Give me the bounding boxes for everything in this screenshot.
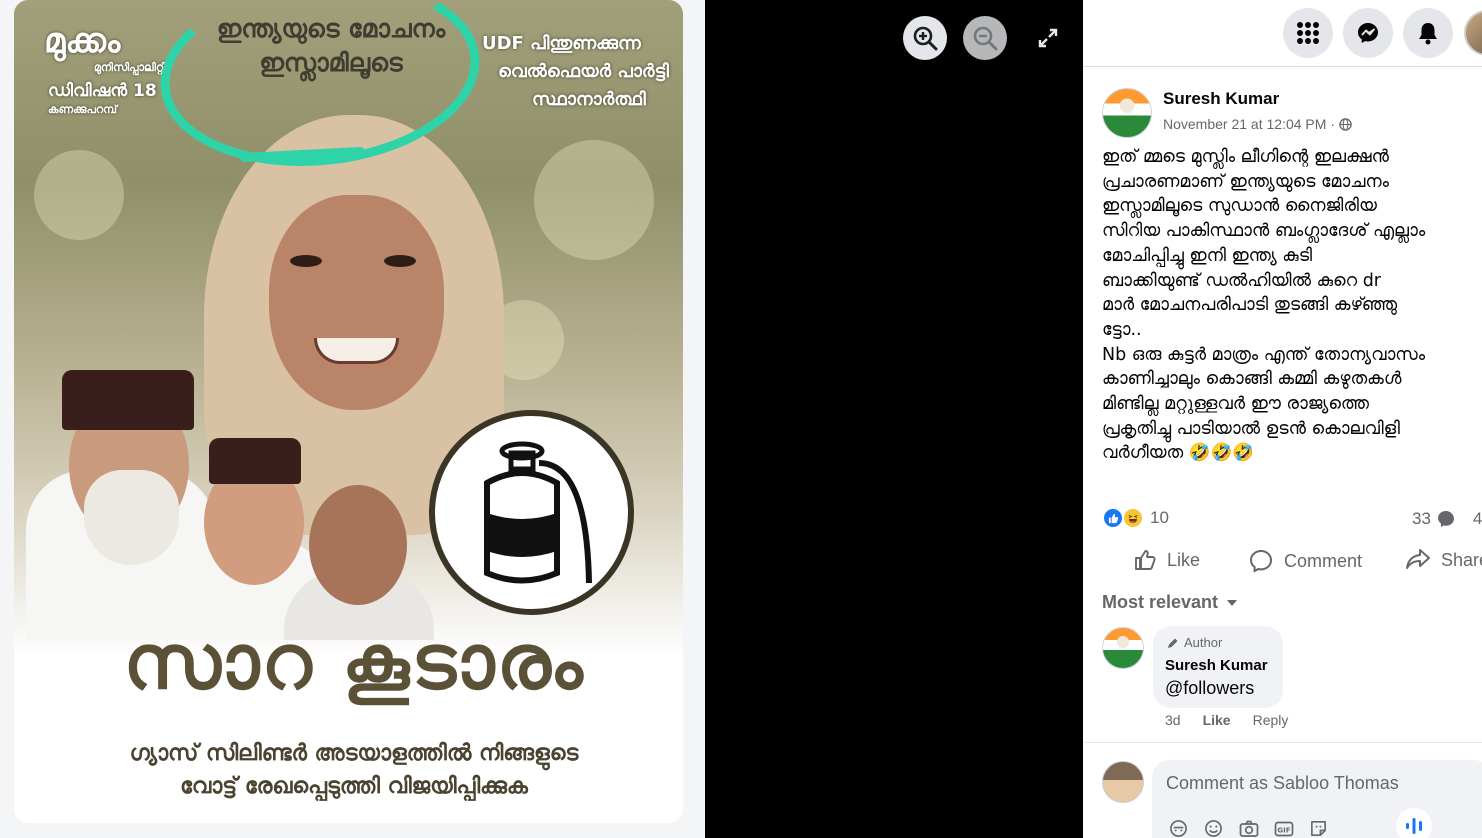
share-icon <box>1406 549 1430 569</box>
poster-party-line2: വെൽഫെയർ പാർട്ടി <box>498 61 669 82</box>
comment-input[interactable]: Comment as Sabloo Thomas GIF <box>1152 760 1482 838</box>
comment-placeholder: Comment as Sabloo Thomas <box>1166 773 1399 793</box>
gif-icon: GIF <box>1274 821 1293 836</box>
photo-panel: മുക്കം മുനിസിപ്പാലിറ്റി ഡിവിഷൻ 18 കണക്കു… <box>0 0 705 838</box>
grid-menu-icon <box>1297 22 1319 44</box>
camera-icon <box>1239 820 1258 837</box>
comment-reply-button[interactable]: Reply <box>1253 712 1289 728</box>
haha-reaction-icon <box>1122 507 1144 529</box>
notifications-button[interactable] <box>1403 8 1453 58</box>
leader-1-beard <box>84 470 179 565</box>
like-button[interactable]: Like <box>1133 548 1200 572</box>
gas-cylinder-icon <box>483 441 592 583</box>
comment-count[interactable]: 33 <box>1412 509 1431 529</box>
comment-label: Comment <box>1284 550 1363 571</box>
chevron-down-icon <box>1227 599 1238 606</box>
poster-appeal: ഗ്യാസ് സിലിണ്ടർ അടയാളത്തിൽ നിങ്ങളുടെ വോട… <box>34 737 674 803</box>
messenger-button[interactable] <box>1343 8 1393 58</box>
svg-text:GIF: GIF <box>1277 826 1290 834</box>
post-meta: November 21 at 12:04 PM · <box>1163 116 1352 132</box>
thumbs-up-icon <box>1135 550 1156 570</box>
comment-age[interactable]: 3d <box>1165 712 1181 728</box>
author-badge-label: Author <box>1184 635 1223 650</box>
globe-icon[interactable] <box>1339 117 1352 131</box>
candidate-name: സാറ കൂടാരം <box>123 617 585 706</box>
commenter-name[interactable]: Suresh Kumar <box>1165 657 1268 674</box>
leader-3-face <box>309 485 407 605</box>
comment-button[interactable]: Comment <box>1248 548 1362 574</box>
poster-party-line3: സ്ഥാനാർത്ഥി <box>532 89 646 110</box>
menu-button[interactable] <box>1283 8 1333 58</box>
zoom-in-icon <box>913 26 938 51</box>
comment-bubble-icon <box>1437 511 1454 527</box>
sticker-button[interactable] <box>1308 818 1329 838</box>
poster-bokeh <box>34 150 124 240</box>
photo-button[interactable] <box>1238 818 1259 838</box>
poster-municipality-sub: മുനിസിപ്പാലിറ്റി <box>94 61 166 74</box>
candidate-smile <box>314 338 399 364</box>
sticker-icon <box>1311 821 1326 836</box>
account-avatar[interactable] <box>1464 10 1482 56</box>
post-actions: Like Comment Share <box>1083 540 1482 584</box>
comment-bubble: Author Suresh Kumar @followers <box>1153 626 1283 708</box>
comment-composer: Comment as Sabloo Thomas GIF <box>1083 742 1482 838</box>
gif-button[interactable]: GIF <box>1273 818 1294 838</box>
fullscreen-button[interactable] <box>1032 22 1064 54</box>
sort-label: Most relevant <box>1102 592 1219 612</box>
candidate-eye <box>290 255 322 267</box>
leader-1-cap <box>62 370 194 430</box>
photo-viewer <box>705 0 1083 838</box>
bell-icon <box>1419 23 1437 45</box>
poster-municipality: മുക്കം <box>44 21 121 61</box>
gas-cylinder-symbol <box>429 410 634 615</box>
comment-like-button[interactable]: Like <box>1203 712 1231 728</box>
share-count[interactable]: 4 <box>1473 509 1482 529</box>
post-body: ഇത് മ്മടെ മുസ്ലിം ലീഗിന്റെ ഇലക്ഷൻ പ്രചാര… <box>1102 147 1426 464</box>
messenger-icon <box>1358 23 1378 43</box>
share-label: Share <box>1441 549 1482 570</box>
reaction-count: 10 <box>1150 508 1169 527</box>
avatar-sticker-icon <box>1170 820 1187 837</box>
top-navigation <box>1083 0 1482 67</box>
reaction-summary[interactable]: 10 <box>1102 507 1169 529</box>
share-button[interactable]: Share <box>1405 548 1482 572</box>
poster-division-sub: കണക്കുപറമ്പ് <box>48 103 117 116</box>
voice-wave-icon <box>1406 818 1422 834</box>
author-badge: Author <box>1167 635 1222 650</box>
pencil-icon <box>1168 638 1178 648</box>
commenter-avatar[interactable] <box>1102 627 1144 669</box>
like-reaction-icon <box>1102 507 1124 529</box>
meta-separator: · <box>1330 116 1336 132</box>
candidate-eye <box>384 255 416 267</box>
comment-actions: 3d Like Reply <box>1165 712 1288 728</box>
author-avatar[interactable] <box>1102 88 1152 138</box>
post-timestamp[interactable]: November 21 at 12:04 PM <box>1163 116 1326 132</box>
avatar-sticker-button[interactable] <box>1168 818 1189 838</box>
comment-text: @followers <box>1165 678 1255 698</box>
leader-2-cap <box>209 438 301 484</box>
voice-send-button[interactable] <box>1396 808 1432 838</box>
comment-icon <box>1249 549 1273 573</box>
zoom-in-button[interactable] <box>903 16 947 60</box>
zoom-out-icon <box>973 26 998 51</box>
poster-appeal-line1: ഗ്യാസ് സിലിണ്ടർ അടയാളത്തിൽ നിങ്ങളുടെ <box>129 741 579 766</box>
zoom-out-button[interactable] <box>963 16 1007 60</box>
like-label: Like <box>1167 549 1201 570</box>
poster-division: ഡിവിഷൻ 18 <box>48 81 157 101</box>
candidate-face <box>269 195 444 410</box>
post-sidebar: Suresh Kumar November 21 at 12:04 PM · ഇ… <box>1083 0 1482 838</box>
expand-icon <box>1038 28 1058 48</box>
post-author[interactable]: Suresh Kumar <box>1163 89 1279 109</box>
emoji-icon <box>1205 820 1222 837</box>
poster-party-line1: UDF പിന്തുണക്കുന്ന <box>482 33 641 54</box>
comment-sort-dropdown[interactable]: Most relevant <box>1102 592 1238 613</box>
engagement-counts: 33 4 <box>1412 509 1482 529</box>
poster-bokeh <box>534 140 654 260</box>
emoji-button[interactable] <box>1203 818 1224 838</box>
composer-tools: GIF <box>1168 818 1329 838</box>
my-avatar <box>1102 761 1144 803</box>
poster-appeal-line2: വോട്ട് രേഖപ്പെടുത്തി വിജയിപ്പിക്കുക <box>180 774 528 799</box>
